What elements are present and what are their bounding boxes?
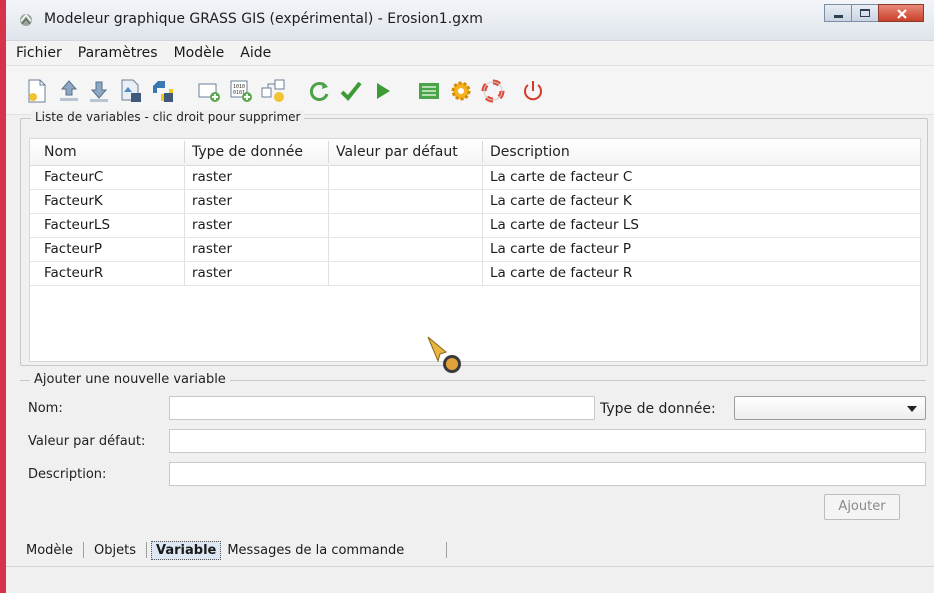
- cell-name: FacteurK: [44, 193, 103, 209]
- maximize-icon: [860, 9, 870, 17]
- name-label: Nom:: [28, 401, 63, 416]
- cell-type: raster: [192, 241, 233, 257]
- toolbar: 1010 0101: [6, 66, 934, 115]
- table-row[interactable]: FacteurR raster La carte de facteur R: [30, 262, 920, 286]
- variable-list-legend: Liste de variables - clic droit pour sup…: [31, 110, 305, 124]
- menu-fichier[interactable]: Fichier: [16, 45, 62, 61]
- add-variable-legend: Ajouter une nouvelle variable: [30, 372, 230, 387]
- column-header-description[interactable]: Description: [484, 139, 784, 165]
- cell-type: raster: [192, 193, 233, 209]
- close-icon: [897, 9, 907, 19]
- add-command-icon: [198, 83, 220, 102]
- cell-type: raster: [192, 265, 233, 281]
- export-python-button[interactable]: [150, 78, 176, 104]
- power-icon: [524, 81, 542, 101]
- tab-variable[interactable]: Variable: [151, 540, 222, 560]
- export-python-icon: [153, 81, 173, 102]
- lifebuoy-icon: [481, 79, 505, 103]
- variable-list-group: Liste de variables - clic droit pour sup…: [20, 110, 928, 366]
- add-command-button[interactable]: [196, 78, 222, 104]
- minimize-button[interactable]: [824, 4, 852, 22]
- column-header-nom[interactable]: Nom: [38, 139, 184, 165]
- column-header-default[interactable]: Valeur par défaut: [330, 139, 482, 165]
- menu-bar: Fichier Paramètres Modèle Aide: [6, 41, 934, 66]
- export-image-button[interactable]: [118, 78, 144, 104]
- name-input[interactable]: [169, 396, 595, 420]
- cell-name: FacteurP: [44, 241, 103, 257]
- column-header-type[interactable]: Type de donnée: [186, 139, 328, 165]
- add-button[interactable]: Ajouter: [824, 494, 900, 520]
- cell-default: [330, 190, 336, 213]
- title-bar: Modeleur graphique GRASS GIS (expériment…: [6, 0, 934, 41]
- cell-name: FacteurLS: [44, 217, 111, 233]
- table-header: Nom Type de donnée Valeur par défaut Des…: [30, 139, 920, 166]
- gear-icon: [451, 81, 471, 101]
- description-input[interactable]: [169, 462, 926, 486]
- cell-description: La carte de facteur C: [490, 169, 633, 185]
- notebook-tabs: Modèle Objets Variable Messages de la co…: [20, 538, 451, 562]
- maximize-button[interactable]: [851, 4, 879, 22]
- menu-parametres[interactable]: Paramètres: [78, 45, 158, 61]
- minimize-icon: [834, 15, 843, 18]
- cell-name: FacteurR: [44, 265, 104, 281]
- modeler-window: Modeleur graphique GRASS GIS (expériment…: [0, 0, 934, 593]
- export-image-icon: [121, 79, 141, 102]
- cell-description: La carte de facteur LS: [490, 217, 639, 233]
- run-model-button[interactable]: [370, 78, 396, 104]
- tab-modele[interactable]: Modèle: [20, 541, 79, 560]
- play-icon: [377, 83, 390, 99]
- settings-button[interactable]: [448, 78, 474, 104]
- checkmark-icon: [340, 81, 362, 101]
- cell-default: [330, 166, 336, 189]
- default-value-input[interactable]: [169, 429, 926, 453]
- add-relation-button[interactable]: [260, 78, 286, 104]
- redraw-icon: [309, 82, 329, 101]
- cell-default: [330, 262, 336, 285]
- open-model-icon: [60, 80, 78, 101]
- save-model-button[interactable]: [86, 78, 112, 104]
- menu-aide[interactable]: Aide: [240, 45, 271, 61]
- chevron-down-icon: [907, 406, 917, 412]
- help-button[interactable]: [480, 78, 506, 104]
- table-row[interactable]: FacteurLS raster La carte de facteur LS: [30, 214, 920, 238]
- open-model-button[interactable]: [56, 78, 82, 104]
- redraw-button[interactable]: [306, 78, 332, 104]
- variables-button[interactable]: [416, 78, 442, 104]
- cell-type: raster: [192, 217, 233, 233]
- cell-description: La carte de facteur K: [490, 193, 632, 209]
- cell-default: [330, 238, 336, 261]
- new-model-icon: [28, 79, 46, 103]
- type-label: Type de donnée:: [600, 401, 716, 417]
- add-data-button[interactable]: 1010 0101: [228, 78, 254, 104]
- table-row[interactable]: FacteurC raster La carte de facteur C: [30, 166, 920, 190]
- window-title: Modeleur graphique GRASS GIS (expériment…: [44, 11, 483, 27]
- default-value-label: Valeur par défaut:: [28, 434, 146, 449]
- close-button[interactable]: [878, 4, 924, 22]
- table-row[interactable]: FacteurP raster La carte de facteur P: [30, 238, 920, 262]
- validate-model-button[interactable]: [338, 78, 364, 104]
- variables-table[interactable]: Nom Type de donnée Valeur par défaut Des…: [29, 138, 921, 362]
- tab-objets[interactable]: Objets: [88, 541, 142, 560]
- quit-button[interactable]: [520, 78, 546, 104]
- add-data-icon: 10100101: [230, 80, 252, 102]
- cell-type: raster: [192, 169, 233, 185]
- save-model-icon: [90, 81, 108, 102]
- cell-name: FacteurC: [44, 169, 104, 185]
- busy-cursor-icon: [427, 336, 461, 373]
- add-relation-icon: [261, 79, 285, 102]
- cell-description: La carte de facteur R: [490, 265, 633, 281]
- cell-default: [330, 214, 336, 237]
- new-model-button[interactable]: [24, 78, 50, 104]
- cell-description: La carte de facteur P: [490, 241, 631, 257]
- table-row[interactable]: FacteurK raster La carte de facteur K: [30, 190, 920, 214]
- grass-gis-icon: [20, 13, 32, 26]
- menu-modele[interactable]: Modèle: [174, 45, 225, 61]
- description-label: Description:: [28, 467, 107, 482]
- type-select[interactable]: [734, 396, 926, 420]
- tab-messages[interactable]: Messages de la commande: [221, 541, 410, 560]
- list-icon: [419, 83, 439, 99]
